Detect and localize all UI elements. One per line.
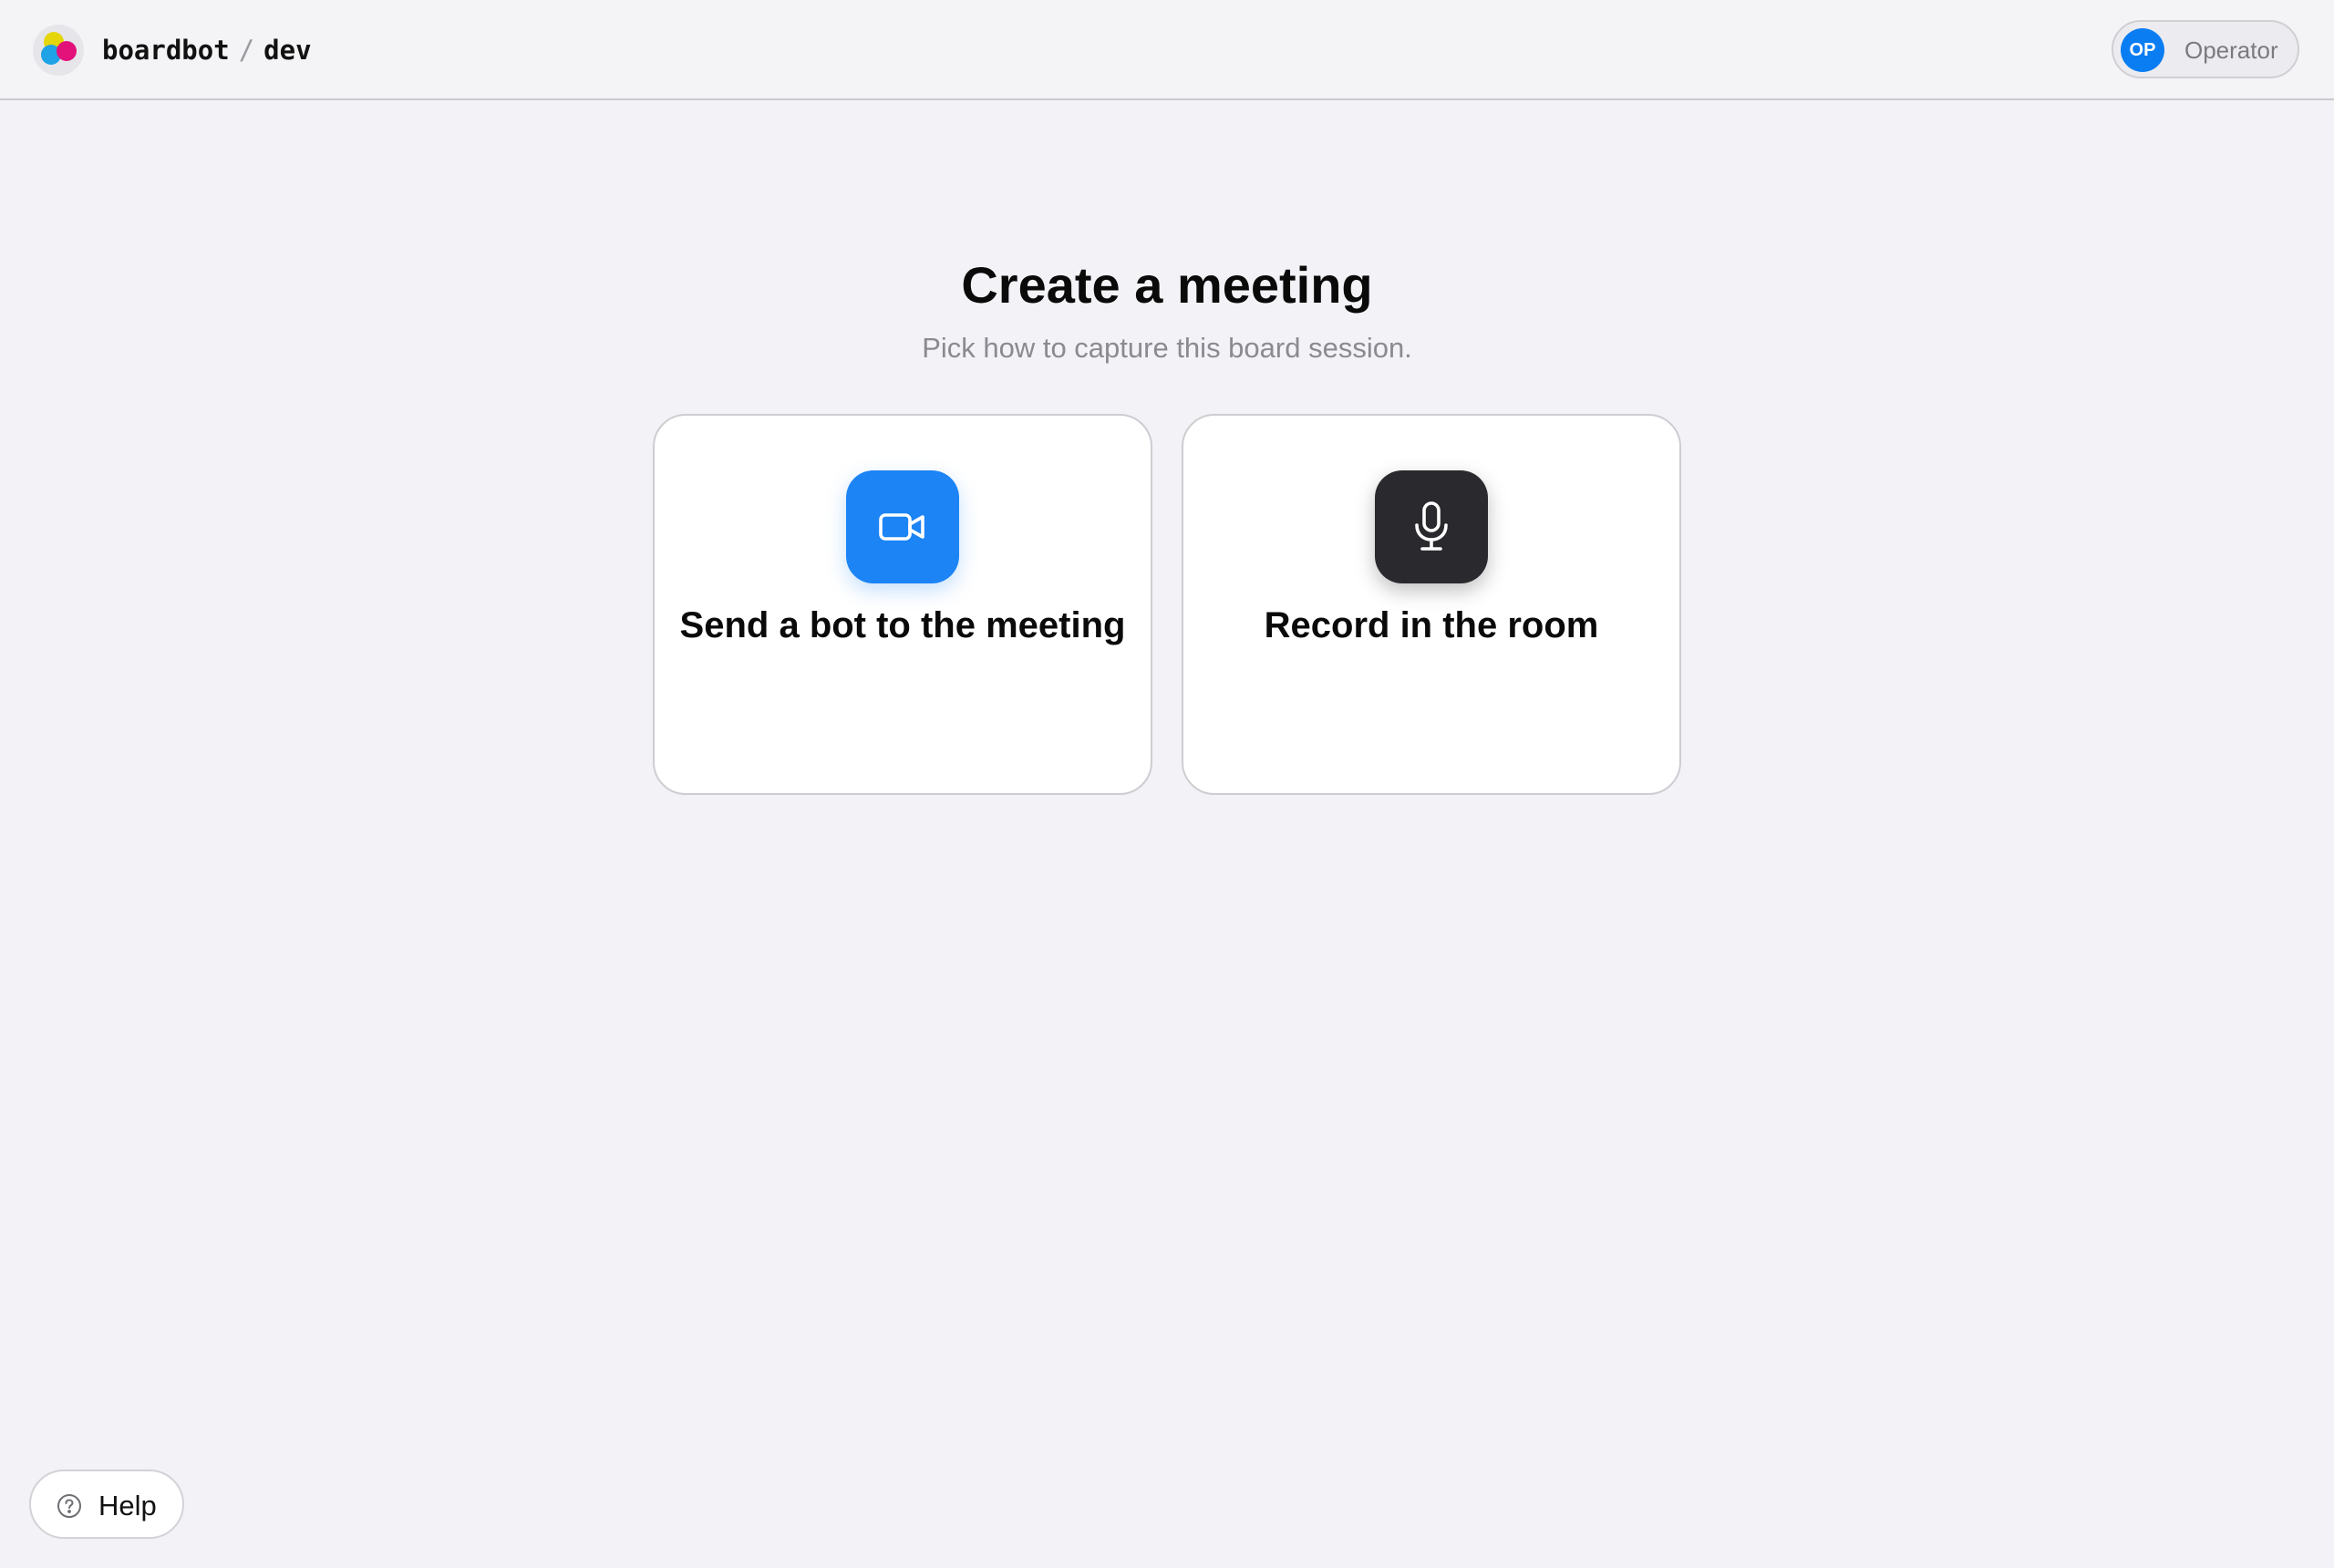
record-room-label: Record in the room: [1264, 605, 1599, 645]
avatar: OP: [2121, 28, 2164, 72]
send-bot-label: Send a bot to the meeting: [679, 605, 1126, 645]
help-label: Help: [98, 1490, 157, 1522]
environment-name[interactable]: dev: [263, 35, 311, 66]
record-room-option-card[interactable]: Record in the room: [1182, 414, 1681, 795]
user-name: Operator: [2184, 36, 2278, 64]
microphone-icon: [1375, 470, 1488, 583]
send-bot-option-card[interactable]: Send a bot to the meeting: [653, 414, 1152, 795]
breadcrumb-separator: /: [238, 35, 255, 66]
question-circle-icon: [57, 1494, 81, 1518]
breadcrumb: boardbot / dev: [102, 33, 312, 67]
page-subtitle: Pick how to capture this board session.: [922, 332, 1412, 364]
help-button[interactable]: Help: [29, 1470, 184, 1539]
video-camera-icon: [846, 470, 959, 583]
logo-pink-dot: [57, 41, 77, 61]
boardbot-logo-icon[interactable]: [33, 25, 84, 76]
user-menu-button[interactable]: OP Operator: [2112, 20, 2299, 78]
top-bar: boardbot / dev OP Operator: [0, 0, 2334, 100]
page-title: Create a meeting: [961, 256, 1373, 314]
app-name[interactable]: boardbot: [102, 35, 230, 66]
